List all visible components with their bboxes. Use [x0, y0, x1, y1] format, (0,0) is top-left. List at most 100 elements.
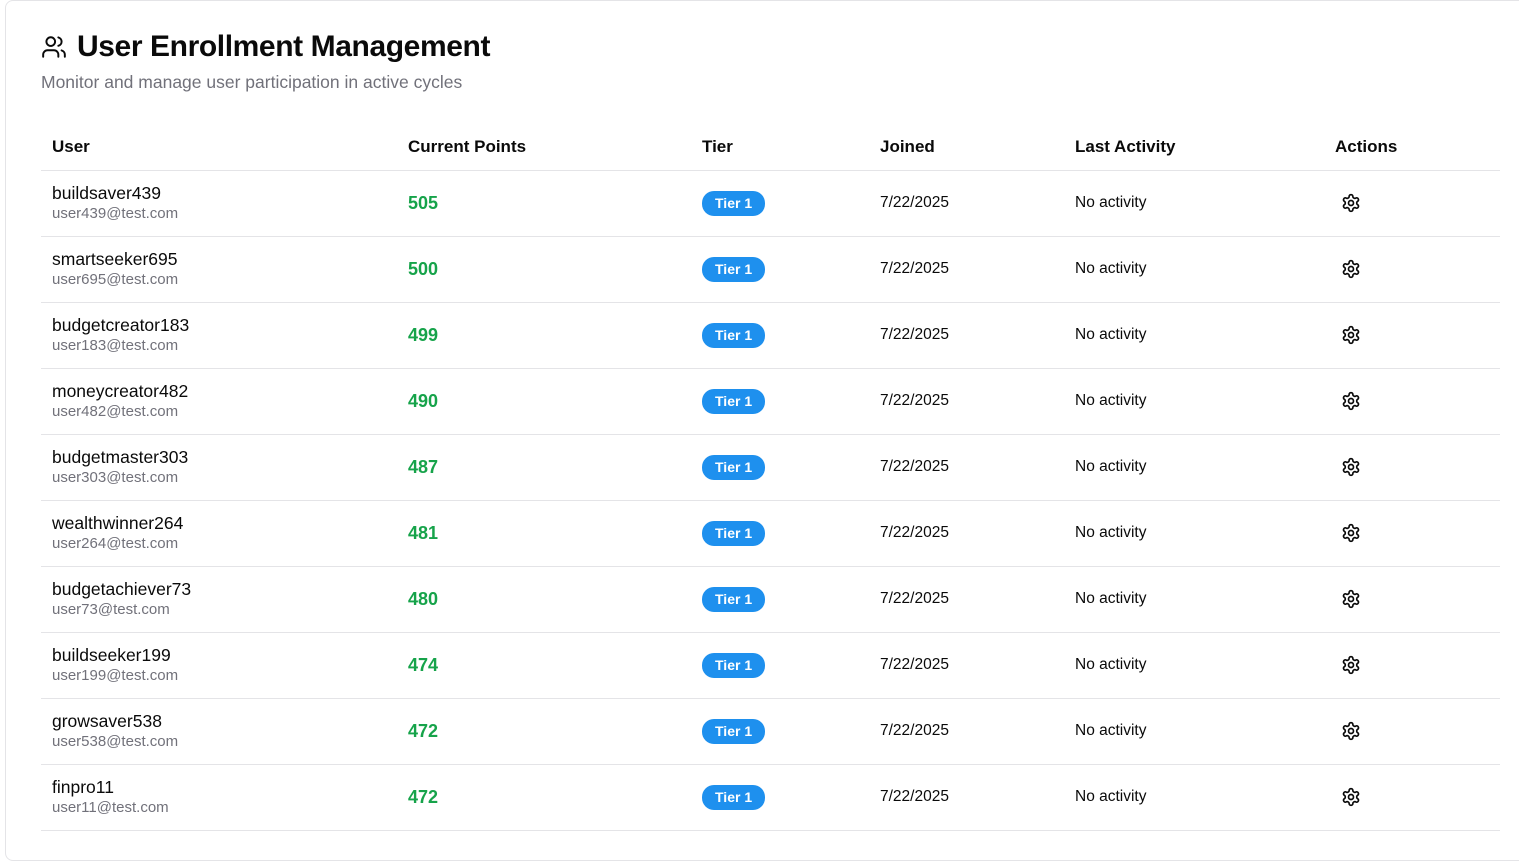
- joined-date: 7/22/2025: [880, 326, 949, 343]
- column-header-last-activity[interactable]: Last Activity: [1064, 125, 1324, 171]
- table-row[interactable]: moneycreator482 user482@test.com 490 Tie…: [41, 368, 1500, 435]
- gear-icon: [1341, 655, 1361, 675]
- user-name: budgetcreator183: [52, 314, 190, 335]
- joined-date: 7/22/2025: [880, 458, 949, 475]
- user-cell: growsaver538 user538@test.com: [41, 698, 397, 765]
- column-header-actions: Actions: [1324, 125, 1500, 171]
- points-cell: 472: [397, 698, 691, 765]
- table-row[interactable]: budgetachiever73 user73@test.com 480 Tie…: [41, 566, 1500, 633]
- joined-cell: 7/22/2025: [869, 500, 1064, 567]
- joined-cell: 7/22/2025: [869, 302, 1064, 369]
- table-row[interactable]: budgetmaster303 user303@test.com 487 Tie…: [41, 434, 1500, 501]
- joined-cell: 7/22/2025: [869, 698, 1064, 765]
- user-name: buildsaver439: [52, 182, 161, 203]
- tier-cell: Tier 1: [691, 236, 869, 303]
- page-subtitle: Monitor and manage user participation in…: [41, 72, 463, 92]
- tier-cell: Tier 1: [691, 368, 869, 435]
- table-row[interactable]: smartseeker695 user695@test.com 500 Tier…: [41, 236, 1500, 303]
- joined-date: 7/22/2025: [880, 722, 949, 739]
- settings-button[interactable]: [1337, 255, 1365, 283]
- joined-date: 7/22/2025: [880, 260, 949, 277]
- gear-icon: [1341, 589, 1361, 609]
- table-row[interactable]: budgetcreator183 user183@test.com 499 Ti…: [41, 302, 1500, 369]
- users-table: User Current Points Tier Joined Last Act…: [41, 125, 1500, 831]
- points-cell: 481: [397, 500, 691, 567]
- user-email: user439@test.com: [52, 204, 179, 222]
- last-activity-cell: No activity: [1064, 500, 1324, 567]
- tier-cell: Tier 1: [691, 566, 869, 633]
- user-cell: budgetcreator183 user183@test.com: [41, 302, 397, 369]
- settings-button[interactable]: [1337, 189, 1365, 217]
- settings-button[interactable]: [1337, 585, 1365, 613]
- points-cell: 472: [397, 764, 691, 831]
- tier-badge: Tier 1: [702, 586, 766, 612]
- settings-button[interactable]: [1337, 321, 1365, 349]
- table-row[interactable]: finpro11 user11@test.com 472 Tier 1 7/22…: [41, 764, 1500, 831]
- user-email: user183@test.com: [52, 336, 179, 354]
- column-header-current-points[interactable]: Current Points: [397, 125, 691, 171]
- actions-cell: [1324, 434, 1500, 501]
- last-activity-cell: No activity: [1064, 302, 1324, 369]
- user-email: user538@test.com: [52, 732, 179, 750]
- last-activity: No activity: [1075, 326, 1147, 343]
- settings-button[interactable]: [1337, 387, 1365, 415]
- user-email: user264@test.com: [52, 534, 179, 552]
- actions-cell: [1324, 302, 1500, 369]
- actions-cell: [1324, 368, 1500, 435]
- settings-button[interactable]: [1337, 783, 1365, 811]
- user-name: buildseeker199: [52, 644, 171, 665]
- user-email: user695@test.com: [52, 270, 179, 288]
- tier-badge: Tier 1: [702, 454, 766, 480]
- title-row: User Enrollment Management: [41, 29, 490, 65]
- user-name: budgetachiever73: [52, 578, 192, 599]
- user-email: user73@test.com: [52, 600, 170, 618]
- joined-cell: 7/22/2025: [869, 170, 1064, 237]
- table-header-row: User Current Points Tier Joined Last Act…: [41, 125, 1500, 171]
- gear-icon: [1341, 457, 1361, 477]
- current-points: 490: [408, 390, 439, 411]
- user-email: user11@test.com: [52, 798, 169, 816]
- points-cell: 499: [397, 302, 691, 369]
- last-activity-cell: No activity: [1064, 368, 1324, 435]
- actions-cell: [1324, 764, 1500, 831]
- current-points: 487: [408, 456, 439, 477]
- last-activity: No activity: [1075, 590, 1147, 607]
- table-row[interactable]: growsaver538 user538@test.com 472 Tier 1…: [41, 698, 1500, 765]
- user-name: moneycreator482: [52, 380, 189, 401]
- points-cell: 474: [397, 632, 691, 699]
- joined-cell: 7/22/2025: [869, 368, 1064, 435]
- settings-button[interactable]: [1337, 519, 1365, 547]
- tier-cell: Tier 1: [691, 764, 869, 831]
- joined-date: 7/22/2025: [880, 524, 949, 541]
- table-row[interactable]: buildseeker199 user199@test.com 474 Tier…: [41, 632, 1500, 699]
- user-cell: smartseeker695 user695@test.com: [41, 236, 397, 303]
- current-points: 499: [408, 324, 439, 345]
- current-points: 500: [408, 258, 439, 279]
- tier-cell: Tier 1: [691, 632, 869, 699]
- gear-icon: [1341, 325, 1361, 345]
- user-email: user199@test.com: [52, 666, 179, 684]
- last-activity-cell: No activity: [1064, 566, 1324, 633]
- gear-icon: [1341, 721, 1361, 741]
- last-activity: No activity: [1075, 458, 1147, 475]
- current-points: 505: [408, 192, 439, 213]
- joined-date: 7/22/2025: [880, 392, 949, 409]
- tier-badge: Tier 1: [702, 520, 766, 546]
- tier-badge: Tier 1: [702, 652, 766, 678]
- tier-badge: Tier 1: [702, 388, 766, 414]
- table-row[interactable]: buildsaver439 user439@test.com 505 Tier …: [41, 170, 1500, 237]
- user-email: user482@test.com: [52, 402, 179, 420]
- last-activity-cell: No activity: [1064, 632, 1324, 699]
- column-header-user[interactable]: User: [41, 125, 397, 171]
- gear-icon: [1341, 523, 1361, 543]
- column-header-joined[interactable]: Joined: [869, 125, 1064, 171]
- settings-button[interactable]: [1337, 453, 1365, 481]
- settings-button[interactable]: [1337, 651, 1365, 679]
- column-header-tier[interactable]: Tier: [691, 125, 869, 171]
- last-activity-cell: No activity: [1064, 764, 1324, 831]
- table-row[interactable]: wealthwinner264 user264@test.com 481 Tie…: [41, 500, 1500, 567]
- joined-date: 7/22/2025: [880, 788, 949, 805]
- joined-date: 7/22/2025: [880, 194, 949, 211]
- tier-badge: Tier 1: [702, 190, 766, 216]
- settings-button[interactable]: [1337, 717, 1365, 745]
